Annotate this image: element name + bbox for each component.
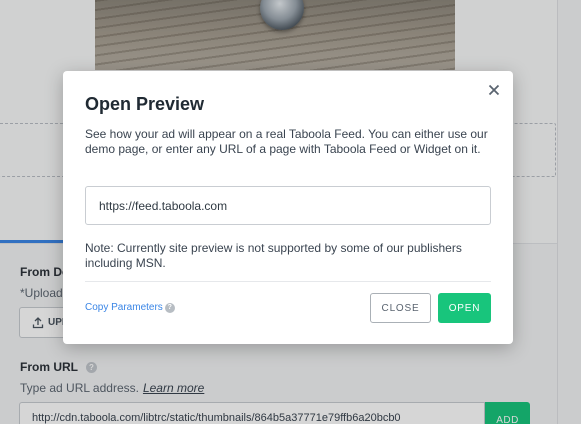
dialog-description: See how your ad will appear on a real Ta… — [85, 127, 488, 156]
open-button[interactable]: OPEN — [438, 293, 491, 323]
close-button[interactable]: CLOSE — [370, 293, 431, 323]
help-circle-icon[interactable]: ? — [164, 302, 175, 313]
close-icon[interactable] — [486, 82, 502, 98]
dialog-title: Open Preview — [85, 94, 205, 114]
copy-parameters-label: Copy Parameters — [85, 302, 163, 313]
dialog-divider — [85, 281, 491, 282]
preview-url-input[interactable] — [85, 186, 491, 225]
open-preview-dialog: Open Preview See how your ad will appear… — [63, 71, 513, 344]
dialog-note: Note: Currently site preview is not supp… — [85, 241, 462, 270]
copy-parameters-link[interactable]: Copy Parameters ? — [85, 302, 175, 313]
